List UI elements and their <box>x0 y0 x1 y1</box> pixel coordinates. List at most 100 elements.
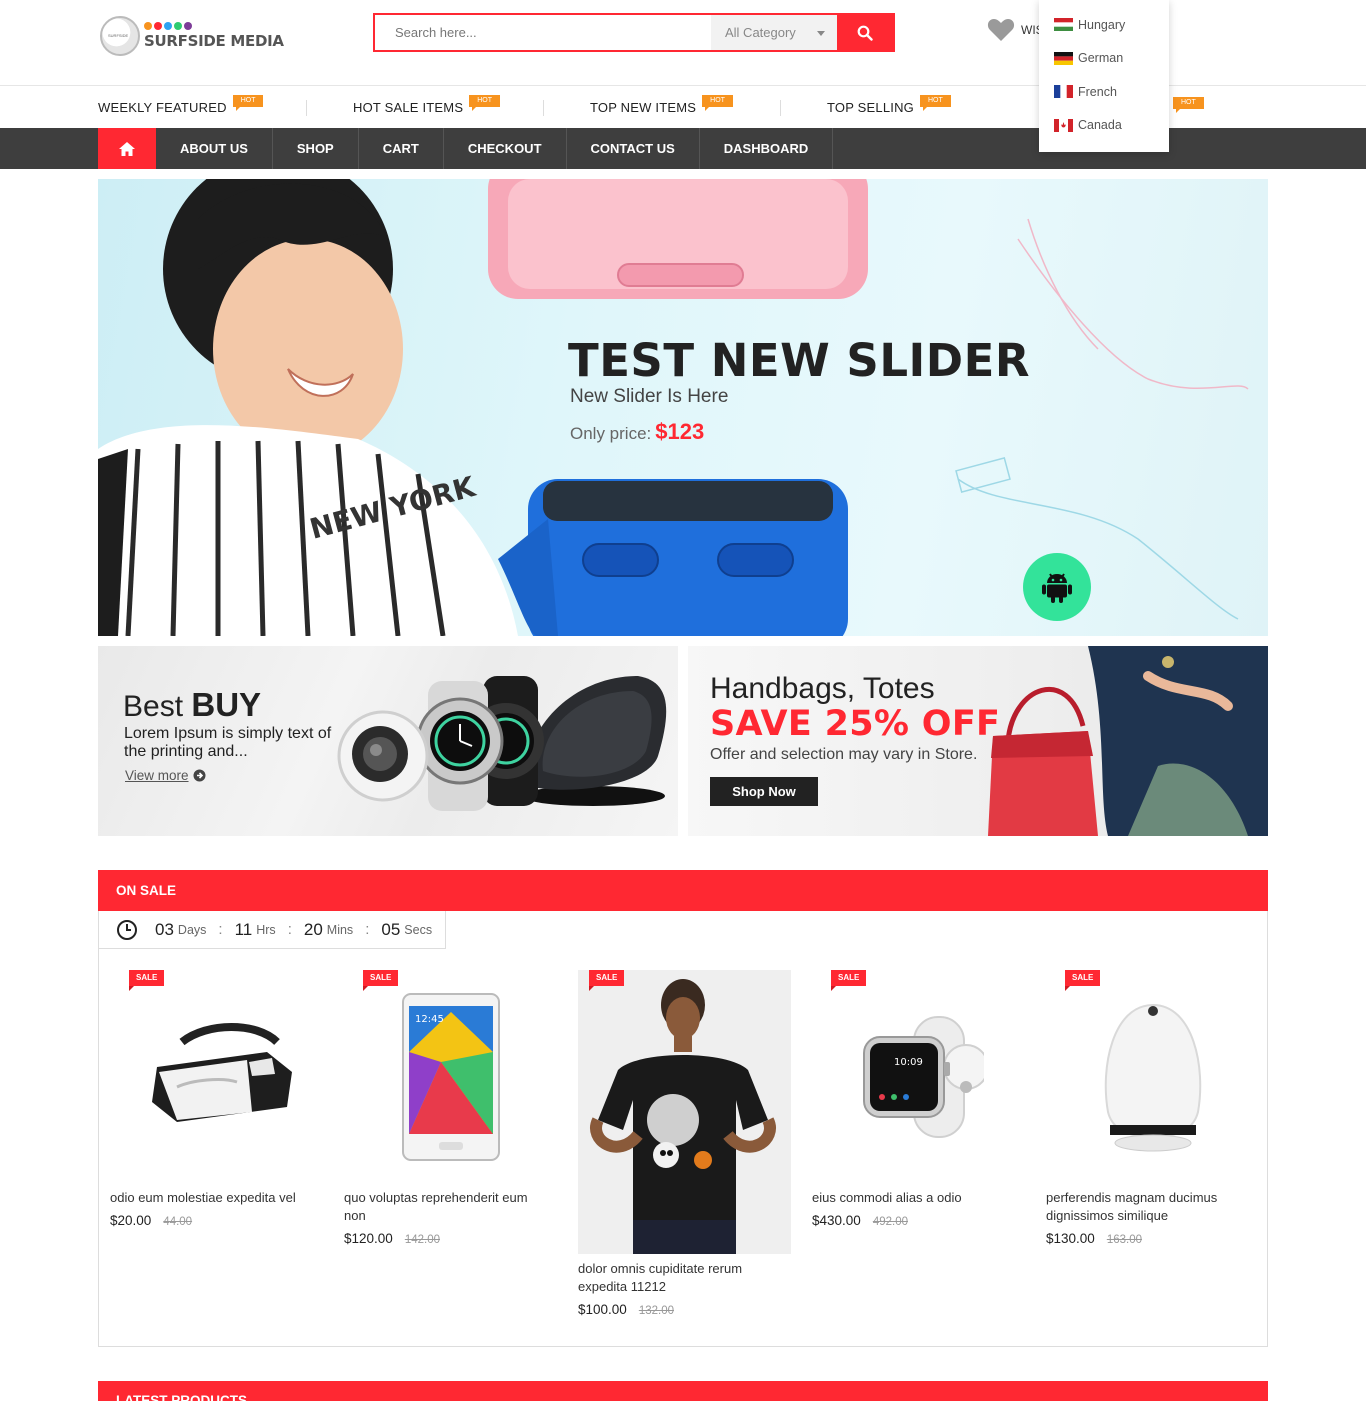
search-button[interactable] <box>837 15 893 50</box>
language-option-french[interactable]: French <box>1039 75 1169 109</box>
product-name[interactable]: dolor omnis cupiditate rerum expedita 11… <box>578 1260 783 1296</box>
featured-link-weekly[interactable]: Weekly Featured HOT <box>98 86 335 128</box>
language-option-canada[interactable]: Canada <box>1039 109 1169 143</box>
hot-badge: HOT <box>702 95 733 111</box>
product-image[interactable]: SALE <box>1046 970 1259 1183</box>
sale-tag: SALE <box>363 970 399 991</box>
product-image[interactable]: SALE <box>578 970 791 1254</box>
sale-tag: SALE <box>589 970 625 991</box>
language-label: French <box>1078 84 1117 99</box>
language-label: Hungary <box>1078 17 1126 32</box>
featured-link-top-new[interactable]: Top new items HOT <box>572 86 809 128</box>
featured-link-top-selling[interactable]: Top Selling HOT <box>809 86 1046 128</box>
product-price: $120.00 <box>344 1231 393 1246</box>
on-sale-section: 03 Days : 11 Hrs : 20 Mins : 05 Secs SALE od… <box>98 911 1268 1347</box>
product-card[interactable]: SALE dolor omnis cupiditate rerum expedi… <box>567 970 801 1317</box>
home-icon <box>119 141 135 156</box>
smartwatch-image: 10:09 <box>862 1015 984 1138</box>
language-dropdown: Hungary German French Canada <box>1039 0 1169 152</box>
countdown-unit: Secs <box>404 922 433 937</box>
product-card[interactable]: SALE 12:45 quo voluptas reprehenderit eu… <box>333 970 567 1317</box>
product-price: $100.00 <box>578 1302 627 1317</box>
view-more-link[interactable]: View more <box>125 768 206 783</box>
nav-dashboard[interactable]: Dashboard <box>700 128 834 169</box>
best-buy-title-light: Best <box>123 690 192 723</box>
product-name[interactable]: quo voluptas reprehenderit eum non <box>344 1189 549 1225</box>
countdown-hours: 11 <box>234 919 253 939</box>
product-image[interactable]: SALE 12:45 <box>344 970 557 1183</box>
hot-badge: HOT <box>232 95 264 111</box>
handbags-banner[interactable]: Handbags, Totes SAVE 25% OFF Offer and s… <box>688 646 1268 836</box>
tablet-image: 12:45 <box>401 992 500 1161</box>
product-image[interactable]: SALE 10:09 <box>812 970 1025 1183</box>
product-old-price: 142.00 <box>404 1234 440 1246</box>
svg-text:12:45: 12:45 <box>415 1014 444 1025</box>
wishlist-link[interactable]: WIS <box>987 18 1044 42</box>
product-name[interactable]: perferendis magnam ducimus dignissimos s… <box>1046 1189 1251 1225</box>
featured-link-label: Top Selling <box>827 99 914 115</box>
latest-products-header: LATEST PRODUCTS <box>98 1381 1268 1401</box>
search-input[interactable] <box>375 15 711 50</box>
view-more-label: View more <box>125 768 189 783</box>
product-price: $430.00 <box>812 1213 861 1228</box>
category-select[interactable]: All Category <box>711 15 837 50</box>
best-buy-title-bold: BUY <box>191 686 262 723</box>
slider-price: $123 <box>655 419 705 444</box>
nav-shop[interactable]: Shop <box>273 128 359 169</box>
nav-contact-us[interactable]: Contact Us <box>567 128 700 169</box>
hot-badge: HOT <box>1173 97 1204 113</box>
product-old-price: 44.00 <box>163 1216 193 1228</box>
site-logo[interactable]: SURFSIDE SURFSIDE MEDIA <box>100 14 290 58</box>
svg-text:10:09: 10:09 <box>894 1057 923 1068</box>
france-flag-icon <box>1054 85 1073 99</box>
sale-tag: SALE <box>129 970 165 991</box>
product-image[interactable]: SALE <box>110 970 323 1183</box>
featured-link-label: Weekly Featured <box>98 99 227 115</box>
language-option-german[interactable]: German <box>1039 42 1169 76</box>
product-name[interactable]: odio eum molestiae expedita vel <box>110 1189 315 1207</box>
product-old-price: 132.00 <box>638 1305 674 1317</box>
tshirt-model-image <box>578 970 791 1254</box>
shop-now-button[interactable]: Shop Now <box>710 777 818 806</box>
logo-text: SURFSIDE MEDIA <box>144 32 284 50</box>
product-price-row: $430.00 492.00 <box>812 1213 1035 1228</box>
best-buy-banner[interactable]: Best BUY Lorem Ipsum is simply text of t… <box>98 646 678 836</box>
hot-badge: HOT <box>919 95 951 111</box>
best-buy-description: Lorem Ipsum is simply text of the printi… <box>124 725 332 760</box>
countdown-days: 03 <box>155 919 174 939</box>
countdown-unit: Mins <box>326 922 354 937</box>
android-icon <box>1042 573 1072 603</box>
featured-link-label: Top new items <box>590 99 697 115</box>
countdown-separator: : <box>287 921 292 938</box>
android-app-button[interactable] <box>1023 553 1091 621</box>
sale-products-grid: SALE odio eum molestiae expedita vel $20… <box>99 970 1269 1317</box>
product-card[interactable]: SALE perferendis magnam ducimus dignissi… <box>1035 970 1269 1317</box>
featured-link-label: Hot Sale items <box>353 99 464 115</box>
slider-price-label: Only price: <box>570 424 652 443</box>
slider-price-row: Only price: $123 <box>570 419 704 445</box>
nav-about-us[interactable]: About Us <box>156 128 273 169</box>
arrow-circle-right-icon <box>193 769 206 782</box>
product-name[interactable]: eius commodi alias a odio <box>812 1189 1017 1207</box>
language-option-hungary[interactable]: Hungary <box>1039 8 1169 42</box>
product-price-row: $130.00 163.00 <box>1046 1231 1269 1246</box>
logo-dots <box>144 22 192 30</box>
home-button[interactable] <box>98 128 156 169</box>
sale-countdown: 03 Days : 11 Hrs : 20 Mins : 05 Secs <box>99 911 446 949</box>
countdown-separator: : <box>218 921 223 938</box>
language-label: German <box>1078 51 1124 66</box>
product-old-price: 163.00 <box>1106 1234 1142 1246</box>
handbags-title: Handbags, Totes <box>710 672 935 705</box>
nav-checkout[interactable]: Checkout <box>444 128 567 169</box>
nav-cart[interactable]: Cart <box>359 128 444 169</box>
on-sale-header: ON SALE <box>98 870 1268 911</box>
countdown-minutes: 20 <box>303 919 323 939</box>
product-card[interactable]: SALE 10:09 eius commodi alias a odio $43… <box>801 970 1035 1317</box>
vr-headset-image <box>151 1022 292 1122</box>
germany-flag-icon <box>1054 51 1073 65</box>
countdown-seconds: 05 <box>381 919 401 939</box>
featured-link-hot-sale[interactable]: Hot Sale items HOT <box>335 86 572 128</box>
hero-slider[interactable]: NEW YORK TEST NEW SLIDER New Slider Is H… <box>98 179 1268 636</box>
handbags-discount: SAVE 25% OFF <box>710 704 1001 744</box>
product-card[interactable]: SALE odio eum molestiae expedita vel $20… <box>99 970 333 1317</box>
